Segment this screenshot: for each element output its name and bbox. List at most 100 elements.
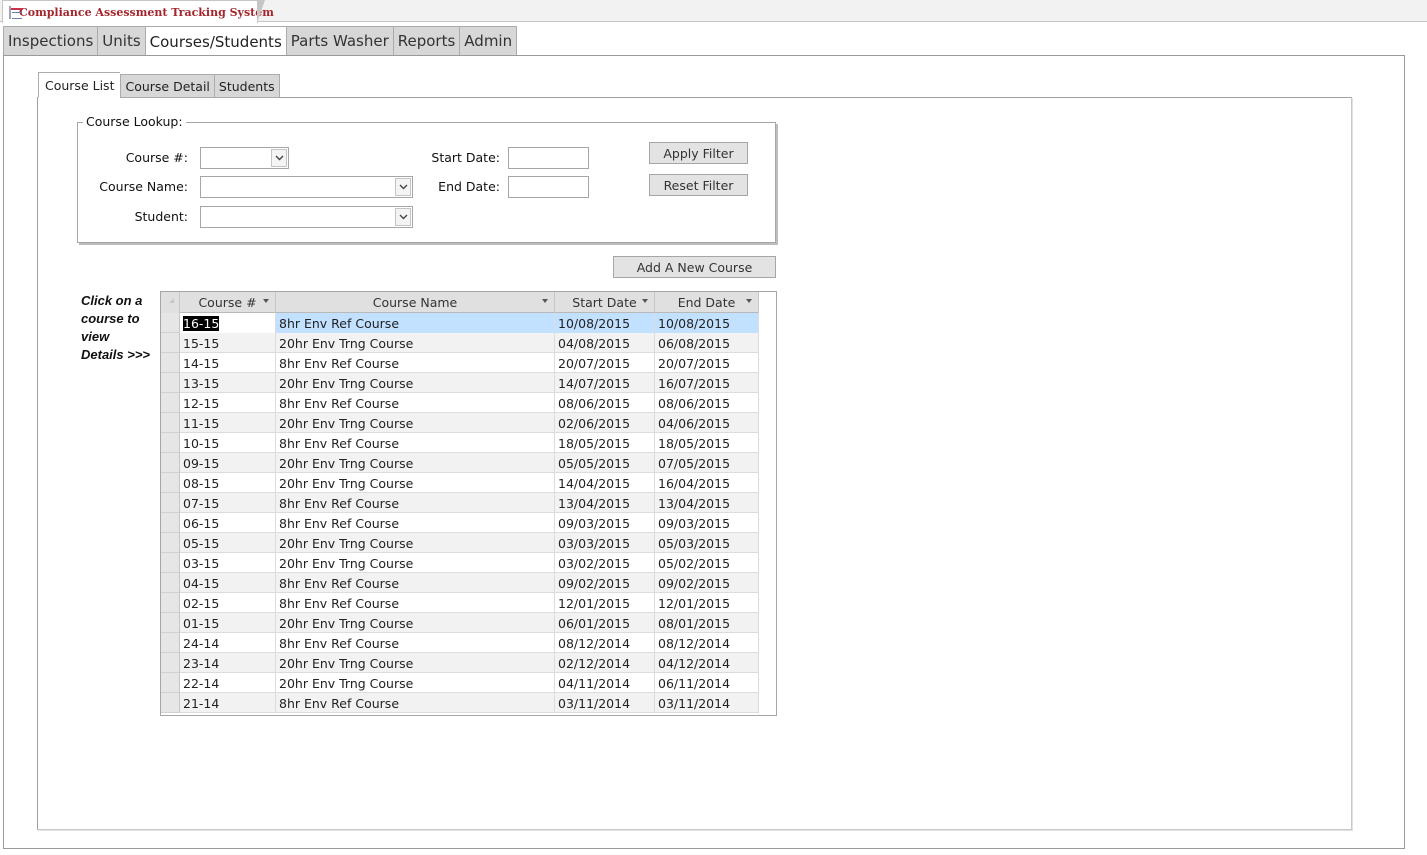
cell-course-number[interactable]: 21-14 [180,693,276,713]
cell-start-date[interactable]: 12/01/2015 [555,593,655,613]
cell-end-date[interactable]: 06/08/2015 [655,333,759,353]
cell-start-date[interactable]: 04/08/2015 [555,333,655,353]
cell-course-number[interactable]: 04-15 [180,573,276,593]
cell-end-date[interactable]: 12/01/2015 [655,593,759,613]
cell-course-name[interactable]: 8hr Env Ref Course [276,633,555,653]
cell-end-date[interactable]: 08/01/2015 [655,613,759,633]
cell-start-date[interactable]: 02/06/2015 [555,413,655,433]
cell-end-date[interactable]: 04/12/2014 [655,653,759,673]
cell-course-name[interactable]: 8hr Env Ref Course [276,313,555,333]
cell-course-name[interactable]: 20hr Env Trng Course [276,653,555,673]
record-selector[interactable] [161,333,180,353]
table-row[interactable]: 09-15 20hr Env Trng Course 05/05/2015 07/05… [161,453,759,473]
cell-course-number[interactable]: 10-15 [180,433,276,453]
table-row[interactable]: 10-15 8hr Env Ref Course 18/05/2015 18/05/2… [161,433,759,453]
cell-end-date[interactable]: 16/04/2015 [655,473,759,493]
cell-end-date[interactable]: 09/02/2015 [655,573,759,593]
cell-course-number[interactable]: 13-15 [180,373,276,393]
tab-students[interactable]: Students [213,74,280,98]
document-tab[interactable]: Compliance Assessment Tracking System [2,0,274,23]
cell-end-date[interactable]: 08/06/2015 [655,393,759,413]
cell-start-date[interactable]: 03/02/2015 [555,553,655,573]
cell-end-date[interactable]: 10/08/2015 [655,313,759,333]
cell-course-number[interactable]: 24-14 [180,633,276,653]
table-row[interactable]: 08-15 20hr Env Trng Course 14/04/2015 16/04… [161,473,759,493]
course-name-combo[interactable] [200,176,413,198]
record-selector[interactable] [161,653,180,673]
cell-course-number[interactable]: 11-15 [180,413,276,433]
cell-start-date[interactable]: 08/06/2015 [555,393,655,413]
record-selector[interactable] [161,433,180,453]
cell-course-name[interactable]: 8hr Env Ref Course [276,493,555,513]
record-selector[interactable] [161,693,180,713]
record-selector[interactable] [161,513,180,533]
cell-end-date[interactable]: 16/07/2015 [655,373,759,393]
sort-dropdown-icon[interactable] [542,299,548,303]
cell-course-number[interactable]: 09-15 [180,453,276,473]
record-selector[interactable] [161,493,180,513]
course-number-combo[interactable] [200,147,289,169]
cell-start-date[interactable]: 09/02/2015 [555,573,655,593]
cell-course-name[interactable]: 8hr Env Ref Course [276,573,555,593]
record-selector[interactable] [161,673,180,693]
cell-start-date[interactable]: 06/01/2015 [555,613,655,633]
cell-start-date[interactable]: 03/11/2014 [555,693,655,713]
table-row[interactable]: 13-15 20hr Env Trng Course 14/07/2015 16/07… [161,373,759,393]
chevron-down-icon[interactable] [395,178,411,196]
table-row[interactable]: 04-15 8hr Env Ref Course 09/02/2015 09/02/2… [161,573,759,593]
cell-end-date[interactable]: 07/05/2015 [655,453,759,473]
table-row[interactable]: 22-14 20hr Env Trng Course 04/11/2014 06/11… [161,673,759,693]
column-header-start-date[interactable]: Start Date [555,292,655,313]
column-header-course-number[interactable]: Course # [180,292,276,313]
record-selector[interactable] [161,633,180,653]
column-header-course-name[interactable]: Course Name [276,292,555,313]
table-row[interactable]: 06-15 8hr Env Ref Course 09/03/2015 09/03/2… [161,513,759,533]
cell-course-number[interactable]: 06-15 [180,513,276,533]
tab-course-list[interactable]: Course List [38,72,121,98]
cell-course-name[interactable]: 20hr Env Trng Course [276,473,555,493]
table-row[interactable]: 23-14 20hr Env Trng Course 02/12/2014 04/12… [161,653,759,673]
cell-course-name[interactable]: 8hr Env Ref Course [276,353,555,373]
cell-course-name[interactable]: 8hr Env Ref Course [276,593,555,613]
tab-reports[interactable]: Reports [392,26,460,56]
tab-inspections[interactable]: Inspections [3,26,98,56]
cell-start-date[interactable]: 20/07/2015 [555,353,655,373]
cell-course-name[interactable]: 20hr Env Trng Course [276,553,555,573]
record-selector[interactable] [161,473,180,493]
cell-start-date[interactable]: 14/04/2015 [555,473,655,493]
table-row[interactable]: 02-15 8hr Env Ref Course 12/01/2015 12/01/2… [161,593,759,613]
record-selector[interactable] [161,573,180,593]
cell-course-number[interactable]: 02-15 [180,593,276,613]
cell-course-number[interactable]: 23-14 [180,653,276,673]
cell-end-date[interactable]: 09/03/2015 [655,513,759,533]
record-selector[interactable] [161,553,180,573]
add-new-course-button[interactable]: Add A New Course [613,256,776,278]
cell-course-name[interactable]: 8hr Env Ref Course [276,513,555,533]
table-row[interactable]: 24-14 8hr Env Ref Course 08/12/2014 08/12/2… [161,633,759,653]
end-date-field[interactable] [508,176,589,198]
cell-course-name[interactable]: 8hr Env Ref Course [276,393,555,413]
cell-course-number[interactable]: 15-15 [180,333,276,353]
table-row[interactable]: 03-15 20hr Env Trng Course 03/02/2015 05/02… [161,553,759,573]
cell-start-date[interactable]: 13/04/2015 [555,493,655,513]
record-selector[interactable] [161,613,180,633]
cell-end-date[interactable]: 05/03/2015 [655,533,759,553]
cell-start-date[interactable]: 08/12/2014 [555,633,655,653]
cell-course-number[interactable]: 07-15 [180,493,276,513]
cell-course-name[interactable]: 20hr Env Trng Course [276,673,555,693]
table-row[interactable]: 15-15 20hr Env Trng Course 04/08/2015 06/08… [161,333,759,353]
cell-start-date[interactable]: 10/08/2015 [555,313,655,333]
table-row[interactable]: 12-15 8hr Env Ref Course 08/06/2015 08/06/2… [161,393,759,413]
cell-end-date[interactable]: 04/06/2015 [655,413,759,433]
cell-end-date[interactable]: 20/07/2015 [655,353,759,373]
cell-end-date[interactable]: 05/02/2015 [655,553,759,573]
apply-filter-button[interactable]: Apply Filter [649,142,748,164]
chevron-down-icon[interactable] [395,208,411,226]
cell-course-name[interactable]: 8hr Env Ref Course [276,433,555,453]
cell-end-date[interactable]: 08/12/2014 [655,633,759,653]
cell-course-number[interactable]: 12-15 [180,393,276,413]
cell-course-number[interactable]: 08-15 [180,473,276,493]
sort-dropdown-icon[interactable] [642,299,648,303]
cell-course-name[interactable]: 20hr Env Trng Course [276,373,555,393]
cell-course-number[interactable]: 16-15 [180,313,276,333]
